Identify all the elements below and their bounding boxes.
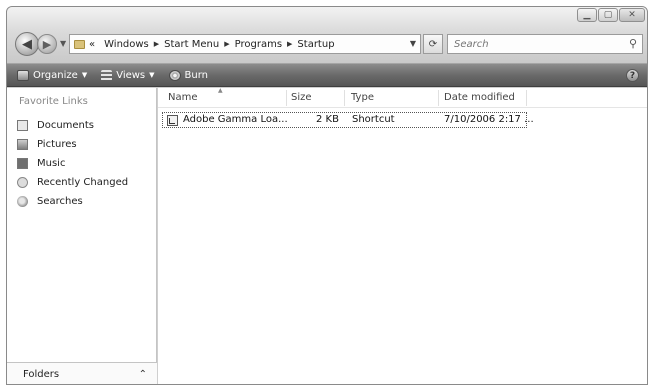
burn-label: Burn [184, 69, 209, 81]
navigation-row: ◀ ▶ ▼ « Windows ▶ Start Menu ▶ Programs … [13, 31, 643, 57]
favorite-links-title: Favorite Links [19, 96, 88, 107]
views-label: Views [116, 69, 146, 81]
favorite-item-documents[interactable]: Documents [17, 116, 128, 135]
organize-label: Organize [33, 69, 78, 81]
favorite-item-music[interactable]: Music [17, 154, 128, 173]
favorite-item-label: Recently Changed [37, 177, 129, 188]
search-icon[interactable]: ⚲ [629, 37, 637, 50]
sort-indicator-icon: ▲ [218, 87, 223, 94]
back-arrow-icon: ◀ [22, 36, 32, 52]
chevron-up-icon: ⌃ [138, 369, 147, 380]
column-divider[interactable] [286, 90, 287, 106]
shortcut-icon [167, 115, 178, 126]
favorite-item-label: Searches [37, 196, 83, 207]
search-input[interactable] [454, 38, 614, 50]
file-type: Shortcut [352, 114, 395, 125]
favorite-item-label: Documents [37, 120, 95, 131]
maximize-icon: ▢ [603, 10, 613, 20]
chevron-down-icon: ▼ [149, 71, 155, 79]
file-name: Adobe Gamma Loa... [183, 114, 288, 125]
maximize-button[interactable]: ▢ [598, 8, 618, 22]
chevron-right-icon[interactable]: ▶ [154, 40, 159, 48]
recently-changed-icon [17, 177, 28, 188]
address-bar[interactable]: « Windows ▶ Start Menu ▶ Programs ▶ Star… [69, 34, 421, 54]
documents-icon [17, 120, 28, 131]
views-button[interactable]: Views ▼ [97, 65, 158, 85]
address-dropdown-icon[interactable]: ▼ [410, 39, 416, 48]
forward-button[interactable]: ▶ [37, 34, 57, 54]
column-divider[interactable] [438, 90, 439, 106]
close-icon: ✕ [628, 10, 636, 20]
refresh-button[interactable]: ⟳ [423, 34, 443, 54]
disc-icon [168, 69, 181, 81]
breadcrumb-start-menu[interactable]: Start Menu [164, 39, 219, 50]
views-icon [101, 69, 113, 81]
file-date-modified: 7/10/2006 2:17 ... [444, 114, 534, 125]
favorite-item-searches[interactable]: Searches [17, 192, 128, 211]
file-row[interactable]: Adobe Gamma Loa... 2 KB Shortcut 7/10/20… [162, 112, 534, 128]
back-button[interactable]: ◀ [15, 32, 39, 56]
column-divider[interactable] [526, 90, 527, 106]
chevron-right-icon[interactable]: ▶ [224, 40, 229, 48]
favorite-item-label: Pictures [37, 139, 77, 150]
organize-button[interactable]: Organize ▼ [13, 65, 91, 85]
minimize-button[interactable]: ▁ [577, 8, 597, 22]
search-box[interactable]: ⚲ [447, 34, 643, 54]
searches-icon [17, 196, 28, 207]
file-list-pane: ▲ Name Size Type Date modified Adobe Gam… [158, 87, 647, 384]
favorite-item-recently-changed[interactable]: Recently Changed [17, 173, 128, 192]
command-bar: Organize ▼ Views ▼ Burn ? [7, 63, 647, 87]
address-overflow[interactable]: « [89, 39, 95, 50]
caption-buttons: ▁ ▢ ✕ [577, 8, 645, 22]
help-icon[interactable]: ? [626, 69, 639, 82]
folder-icon [74, 39, 85, 49]
file-size: 2 KB [316, 114, 339, 125]
favorite-item-pictures[interactable]: Pictures [17, 135, 128, 154]
minimize-icon: ▁ [583, 10, 591, 20]
chevron-right-icon[interactable]: ▶ [287, 40, 292, 48]
column-header-size[interactable]: Size [291, 92, 312, 103]
breadcrumb-startup[interactable]: Startup [297, 39, 334, 50]
chevron-down-icon: ▼ [81, 71, 88, 79]
forward-arrow-icon: ▶ [42, 37, 52, 51]
refresh-icon: ⟳ [428, 38, 438, 50]
breadcrumb-programs[interactable]: Programs [235, 39, 282, 50]
folders-toggle[interactable]: Folders ⌃ [7, 362, 157, 384]
burn-button[interactable]: Burn [165, 65, 212, 85]
column-divider[interactable] [344, 90, 345, 106]
history-dropdown-icon[interactable]: ▼ [60, 39, 66, 48]
column-header-date-modified[interactable]: Date modified [444, 92, 515, 103]
breadcrumb-windows[interactable]: Windows [104, 39, 149, 50]
folders-label: Folders [23, 369, 60, 380]
music-icon [17, 158, 28, 169]
explorer-window: ▁ ▢ ✕ ◀ ▶ ▼ « Windows ▶ Start Menu ▶ Pro… [6, 6, 648, 385]
column-header-name[interactable]: Name [168, 92, 198, 103]
close-button[interactable]: ✕ [619, 8, 645, 22]
favorite-item-label: Music [37, 158, 66, 169]
pictures-icon [17, 139, 28, 150]
column-headers: ▲ Name Size Type Date modified [158, 87, 647, 108]
navigation-pane: Favorite Links Documents Pictures Music … [7, 88, 157, 384]
organize-icon [17, 69, 29, 81]
column-header-type[interactable]: Type [351, 92, 374, 103]
favorite-links-list: Documents Pictures Music Recently Change… [17, 116, 128, 211]
title-bar: ▁ ▢ ✕ ◀ ▶ ▼ « Windows ▶ Start Menu ▶ Pro… [7, 7, 647, 63]
